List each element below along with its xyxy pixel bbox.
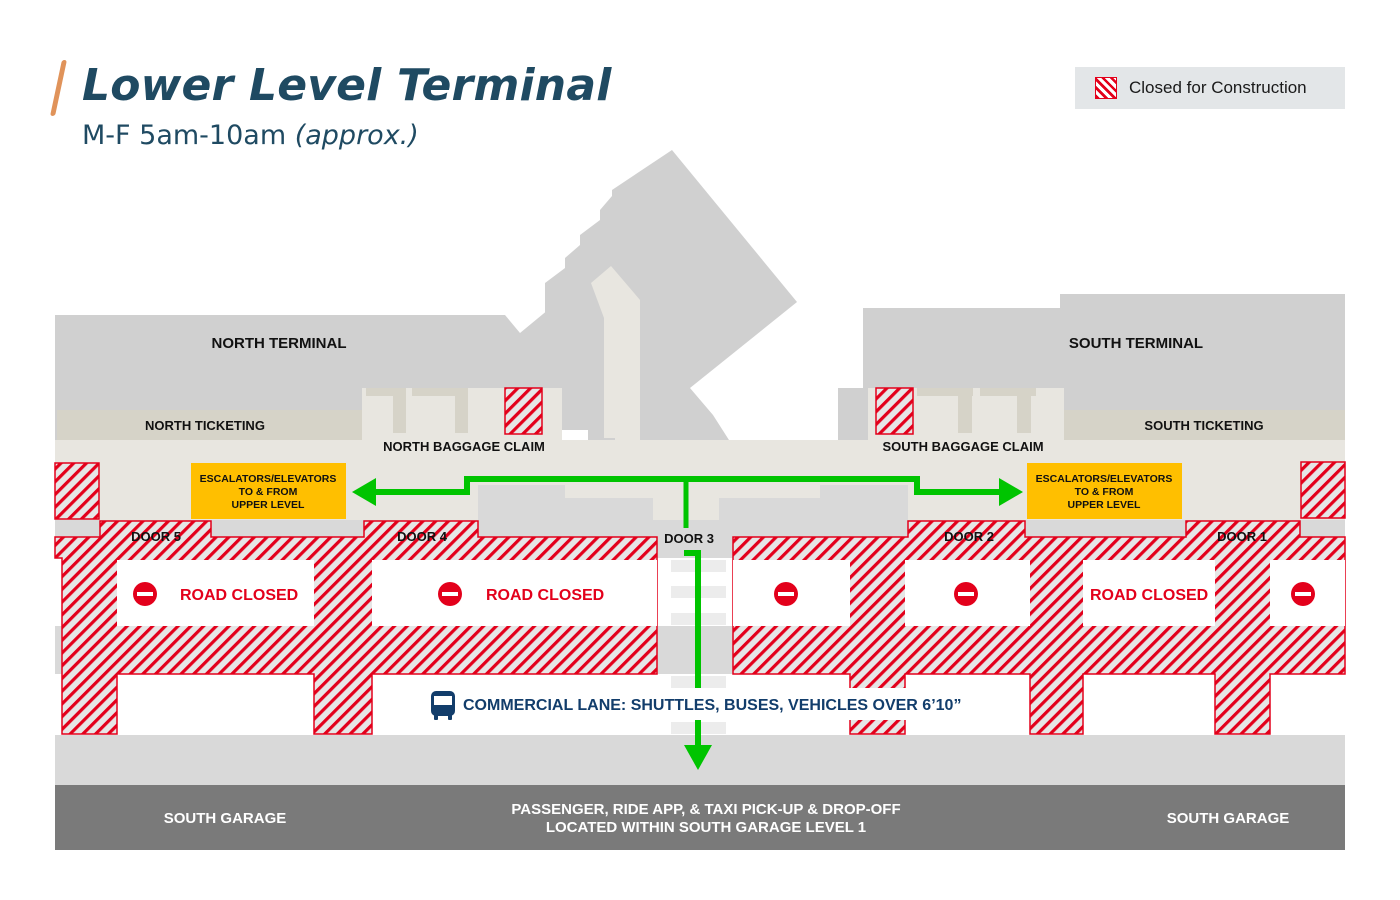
north-terminal-label: NORTH TERMINAL	[212, 335, 347, 352]
escalator-south-line1: ESCALATORS/ELEVATORS	[1036, 473, 1173, 485]
commercial-lane-label: COMMERCIAL LANE: SHUTTLES, BUSES, VEHICL…	[463, 697, 961, 714]
escalator-north-line1: ESCALATORS/ELEVATORS	[200, 473, 337, 485]
south-baggage-claim-label: SOUTH BAGGAGE CLAIM	[882, 439, 1043, 454]
north-baggage-claim-label: NORTH BAGGAGE CLAIM	[383, 439, 545, 454]
closed-area-south-baggage	[875, 387, 914, 435]
door-2-label: DOOR 2	[944, 529, 994, 544]
door-5-label: DOOR 5	[131, 529, 181, 544]
no-entry-icon	[438, 582, 462, 606]
escalator-south-line3: UPPER LEVEL	[1068, 499, 1142, 511]
no-entry-icon	[1291, 582, 1315, 606]
door-1-label: DOOR 1	[1217, 529, 1267, 544]
south-garage-left-label: SOUTH GARAGE	[164, 810, 287, 827]
closed-area-north-end	[54, 462, 100, 520]
no-entry-icon	[774, 582, 798, 606]
escalator-north-line3: UPPER LEVEL	[232, 499, 306, 511]
pickup-dropoff-line2: LOCATED WITHIN SOUTH GARAGE LEVEL 1	[546, 819, 866, 836]
road-closed-label: ROAD CLOSED	[486, 587, 604, 604]
no-entry-icon	[133, 582, 157, 606]
terminal-map: ROAD CLOSED ROAD CLOSED ROAD CLOSED ESCA…	[54, 150, 1346, 850]
central-pier-building	[545, 150, 797, 451]
escalator-north-line2: TO & FROM	[239, 486, 298, 498]
south-terminal-label: SOUTH TERMINAL	[1069, 335, 1203, 352]
road-closed-label: ROAD CLOSED	[1090, 587, 1208, 604]
south-garage-right-label: SOUTH GARAGE	[1167, 810, 1290, 827]
north-ticketing-label: NORTH TICKETING	[145, 418, 265, 433]
road-closed-label: ROAD CLOSED	[180, 587, 298, 604]
closed-area-south-end	[1300, 461, 1346, 519]
pickup-dropoff-line1: PASSENGER, RIDE APP, & TAXI PICK-UP & DR…	[511, 801, 900, 818]
escalator-south-line2: TO & FROM	[1075, 486, 1134, 498]
bus-icon	[431, 691, 455, 720]
door-4-label: DOOR 4	[397, 529, 448, 544]
door-3-label: DOOR 3	[664, 531, 714, 546]
south-ticketing-label: SOUTH TICKETING	[1144, 418, 1263, 433]
closed-area-north-baggage	[504, 387, 543, 435]
no-entry-icon	[954, 582, 978, 606]
